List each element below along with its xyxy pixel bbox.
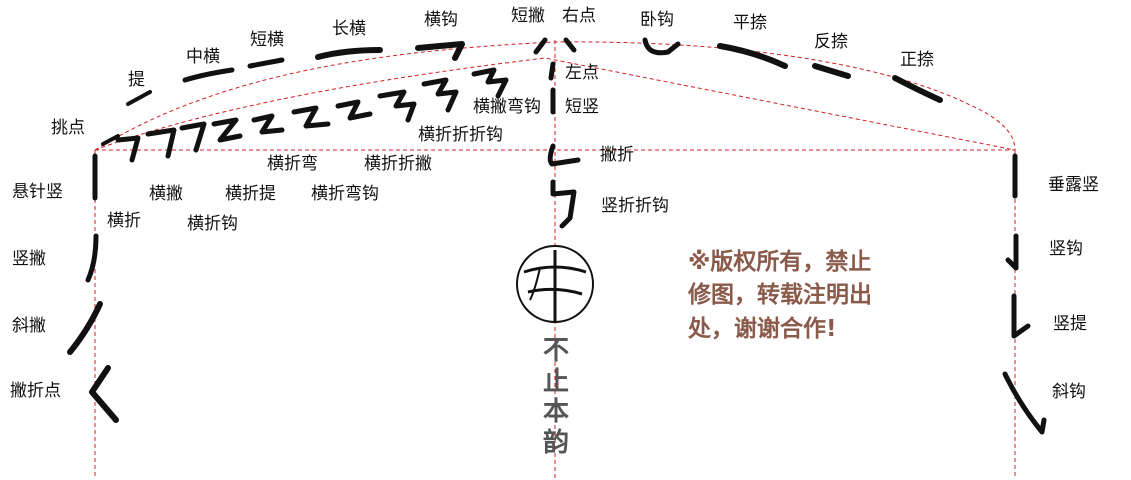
stroke-shupie (85, 233, 99, 283)
stroke-piezhe (547, 143, 581, 167)
label-shupie: 竖撇 (12, 249, 46, 269)
stroke-ti (126, 90, 152, 106)
label-shuzhezhegou: 竖折折钩 (601, 196, 669, 216)
stroke-row-1 (115, 135, 141, 163)
copyright-notice: ※版权所有，禁止 修图，转载注明出 处，谢谢合作! (688, 249, 872, 342)
label-wogou: 卧钩 (640, 10, 674, 30)
label-hengzheti: 横折提 (225, 184, 276, 204)
stroke-row-10 (471, 67, 509, 99)
label-xuanzhenshu: 悬针竖 (12, 182, 63, 202)
label-pingna: 平捺 (733, 13, 767, 33)
label-hengzhe: 横折 (107, 211, 141, 231)
label-zhengna: 正捺 (900, 50, 934, 70)
title-char: 不 (542, 336, 569, 366)
stroke-duanheng (247, 57, 285, 69)
label-changheng: 长横 (332, 19, 366, 39)
label-piezhe: 撇折 (600, 145, 634, 165)
stroke-zhengna (892, 75, 943, 103)
stroke-changheng (315, 47, 383, 60)
label-shuti: 竖提 (1053, 314, 1087, 334)
stroke-row-5 (251, 113, 285, 135)
stroke-row-8 (377, 89, 417, 123)
label-hengpie: 横撇 (149, 184, 183, 204)
stroke-row-4 (211, 117, 243, 143)
stroke-row-6 (291, 105, 331, 129)
label-chuilushu: 垂露竖 (1048, 175, 1099, 195)
stroke-zhongheng (182, 67, 235, 83)
label-piezhedian: 撇折点 (10, 381, 61, 401)
stroke-duanpie (533, 37, 548, 55)
label-hengzhewangou: 横折弯钩 (311, 184, 379, 204)
stroke-zuodian (548, 61, 556, 81)
label-duanheng: 短横 (250, 30, 284, 50)
stroke-piezhedian (89, 365, 119, 423)
label-zhongheng: 中横 (186, 47, 220, 67)
label-hengpiewangou: 横撇弯钩 (473, 97, 541, 117)
label-hengzhegou: 横折钩 (187, 214, 238, 234)
seal-logo (516, 245, 594, 323)
stroke-wogou (642, 37, 681, 56)
stroke-shuzhezhegou (550, 179, 577, 229)
stroke-shugou (1005, 233, 1019, 271)
label-henggou: 横钩 (424, 10, 458, 30)
title-char: 止 (542, 366, 569, 397)
stroke-youdian (563, 37, 577, 53)
stroke-fanna (812, 63, 851, 79)
stroke-pingna (717, 43, 788, 69)
stroke-row-2 (145, 127, 177, 159)
label-fanna: 反捺 (814, 32, 848, 52)
stroke-xiegou (1002, 371, 1047, 435)
stroke-row-7 (335, 99, 373, 121)
label-xiegou: 斜钩 (1052, 382, 1086, 402)
label-shugou: 竖钩 (1049, 239, 1083, 259)
stroke-row-3 (179, 121, 207, 153)
title-char: 韵 (542, 428, 569, 459)
stroke-shuti (1011, 293, 1031, 339)
label-zuodian: 左点 (565, 63, 599, 83)
stroke-henggou (415, 41, 465, 61)
stroke-row-9 (421, 77, 459, 113)
vertical-title: 不 止 本 韵 (539, 336, 573, 459)
title-char: 本 (542, 397, 569, 428)
label-tiaodian: 挑点 (51, 118, 85, 138)
label-hengzhewan: 横折弯 (267, 154, 318, 174)
label-hengzhezhepie: 横折折撇 (364, 154, 432, 174)
label-duanpie: 短撇 (511, 6, 545, 26)
label-hengzhezhezhegou: 横折折折钩 (418, 125, 503, 145)
label-duanshu: 短竖 (565, 97, 599, 117)
label-youdian: 右点 (562, 6, 596, 26)
label-xiepie: 斜撇 (12, 316, 46, 336)
label-ti: 提 (128, 70, 145, 90)
